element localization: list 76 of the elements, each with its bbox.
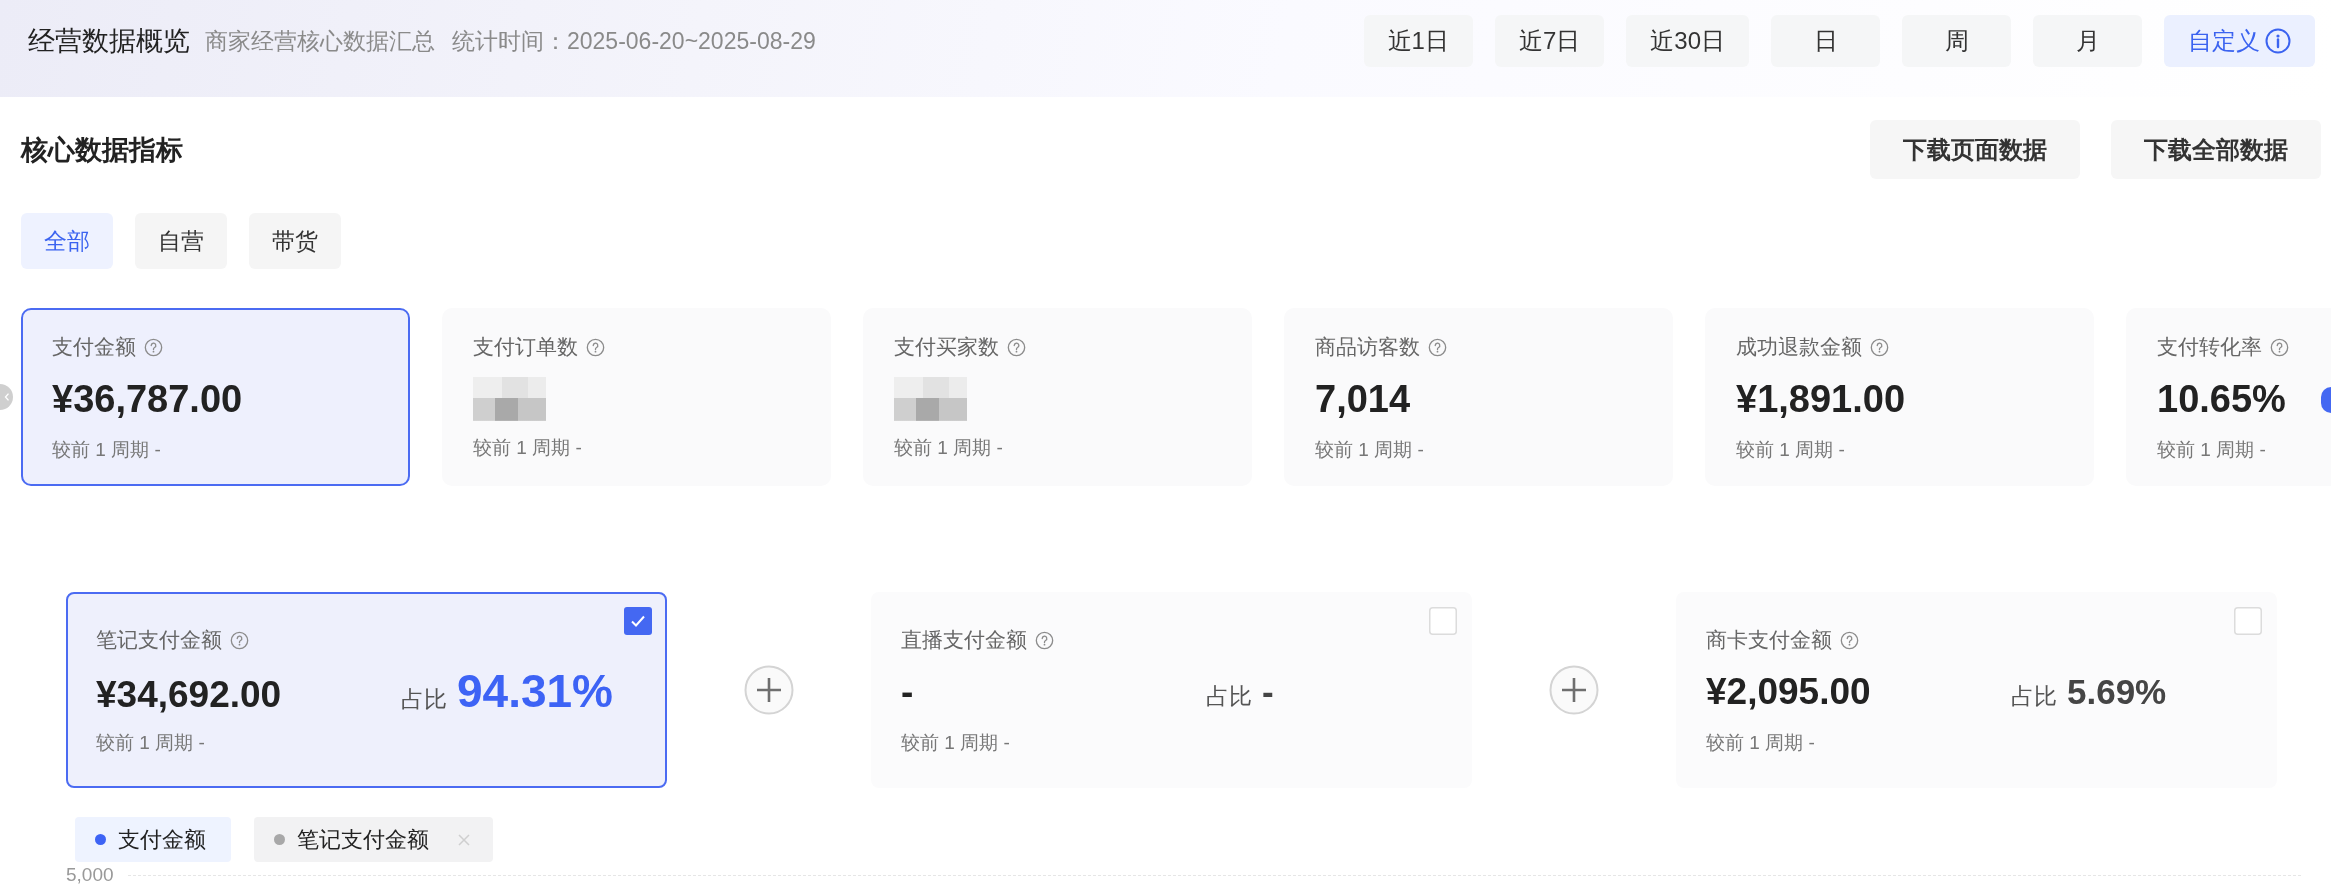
date-range-button[interactable]: 周: [1902, 15, 2011, 67]
checkbox[interactable]: [2234, 607, 2262, 635]
help-icon[interactable]: [2270, 337, 2289, 357]
date-range-button[interactable]: 近1日: [1363, 15, 1473, 67]
comparison-text: 较前 1 周期 -: [96, 731, 205, 755]
help-icon[interactable]: [1007, 337, 1026, 357]
help-icon[interactable]: [1840, 630, 1859, 650]
date-range-button[interactable]: 近30日: [1626, 15, 1749, 67]
date-range-button[interactable]: 月: [2033, 15, 2142, 67]
section-title: 核心数据指标: [21, 133, 183, 167]
channel-tab[interactable]: 带货: [249, 213, 341, 269]
checkbox[interactable]: [624, 607, 652, 635]
metric-value: 7,014: [1315, 377, 1411, 422]
legend-chip[interactable]: 笔记支付金额: [254, 817, 493, 862]
metric-value: ¥1,891.00: [1736, 377, 1906, 422]
channel-tab[interactable]: 全部: [21, 213, 113, 269]
metric-label: 支付金额: [52, 334, 136, 360]
plus-icon: [744, 665, 794, 715]
metric-value: 10.65%: [2157, 377, 2286, 422]
help-icon[interactable]: [230, 630, 249, 650]
metric-label: 商品访客数: [1315, 334, 1420, 360]
metric-label: 支付订单数: [473, 334, 578, 360]
metric-card[interactable]: 成功退款金额 ¥1,891.00 较前 1 周期 -: [1705, 308, 2094, 486]
breakdown-label: 商卡支付金额: [1706, 627, 1832, 653]
share-label: 占比: [401, 685, 447, 714]
share-value: -: [1262, 672, 1274, 712]
download-button[interactable]: 下载页面数据: [1870, 120, 2080, 179]
help-icon[interactable]: [144, 337, 163, 357]
comparison-text: 较前 1 周期 -: [52, 438, 161, 462]
breakdown-value: ¥2,095.00: [1706, 671, 1871, 712]
breakdown-card[interactable]: 笔记支付金额 ¥34,692.00 占比 94.31% 较前 1 周期 -: [66, 592, 667, 788]
date-range-button[interactable]: 近7日: [1494, 15, 1605, 67]
page-title: 经营数据概览: [28, 25, 190, 58]
share-label: 占比: [2011, 682, 2057, 711]
metric-card[interactable]: 支付金额 ¥36,787.00 较前 1 周期 -: [21, 308, 410, 486]
info-icon: [2265, 28, 2291, 54]
page-subtitle: 商家经营核心数据汇总: [205, 26, 435, 56]
share-value: 94.31%: [457, 664, 613, 718]
share-value: 5.69%: [2067, 672, 2167, 712]
comparison-text: 较前 1 周期 -: [894, 436, 1003, 460]
metric-card[interactable]: 支付订单数 较前 1 周期 -: [442, 308, 831, 486]
breakdown-card[interactable]: 商卡支付金额 ¥2,095.00 占比 5.69% 较前 1 周期 -: [1676, 592, 2277, 788]
download-button[interactable]: 下载全部数据: [2111, 120, 2321, 179]
metric-label: 支付转化率: [2157, 334, 2262, 360]
plus-icon: [1549, 665, 1599, 715]
statistics-period: 统计时间：2025-06-20~2025-08-29: [452, 26, 816, 56]
breakdown-value: -: [901, 671, 914, 712]
breakdown-value: ¥34,692.00: [96, 674, 282, 715]
comparison-text: 较前 1 周期 -: [1706, 731, 1815, 755]
help-icon[interactable]: [586, 337, 605, 357]
breakdown-label: 笔记支付金额: [96, 627, 222, 653]
metric-label: 成功退款金额: [1736, 334, 1862, 360]
checkbox[interactable]: [1429, 607, 1457, 635]
channel-tab[interactable]: 自营: [135, 213, 227, 269]
comparison-text: 较前 1 周期 -: [2157, 438, 2266, 462]
metric-card[interactable]: 支付转化率 10.65% 较前 1 周期 -: [2126, 308, 2331, 486]
date-range-button[interactable]: 自定义: [2164, 15, 2315, 67]
help-icon[interactable]: [1035, 630, 1054, 650]
comparison-text: 较前 1 周期 -: [1315, 438, 1424, 462]
y-axis-tick-label: 5,000: [66, 865, 114, 885]
breakdown-label: 直播支付金额: [901, 627, 1027, 653]
scroll-right-button[interactable]: [2321, 387, 2331, 413]
metric-label: 支付买家数: [894, 334, 999, 360]
date-range-button[interactable]: 日: [1771, 15, 1880, 67]
chevron-left-icon: [3, 392, 10, 402]
share-label: 占比: [1206, 682, 1252, 711]
help-icon[interactable]: [1428, 337, 1447, 357]
breakdown-card[interactable]: 直播支付金额 - 占比 - 较前 1 周期 -: [871, 592, 1472, 788]
metric-card[interactable]: 商品访客数 7,014 较前 1 周期 -: [1284, 308, 1673, 486]
metric-card[interactable]: 支付买家数 较前 1 周期 -: [863, 308, 1252, 486]
legend-chip[interactable]: 支付金额: [75, 817, 231, 862]
comparison-text: 较前 1 周期 -: [901, 731, 1010, 755]
comparison-text: 较前 1 周期 -: [1736, 438, 1845, 462]
metric-value: ¥36,787.00: [52, 377, 243, 422]
help-icon[interactable]: [1870, 337, 1889, 357]
comparison-text: 较前 1 周期 -: [473, 436, 582, 460]
